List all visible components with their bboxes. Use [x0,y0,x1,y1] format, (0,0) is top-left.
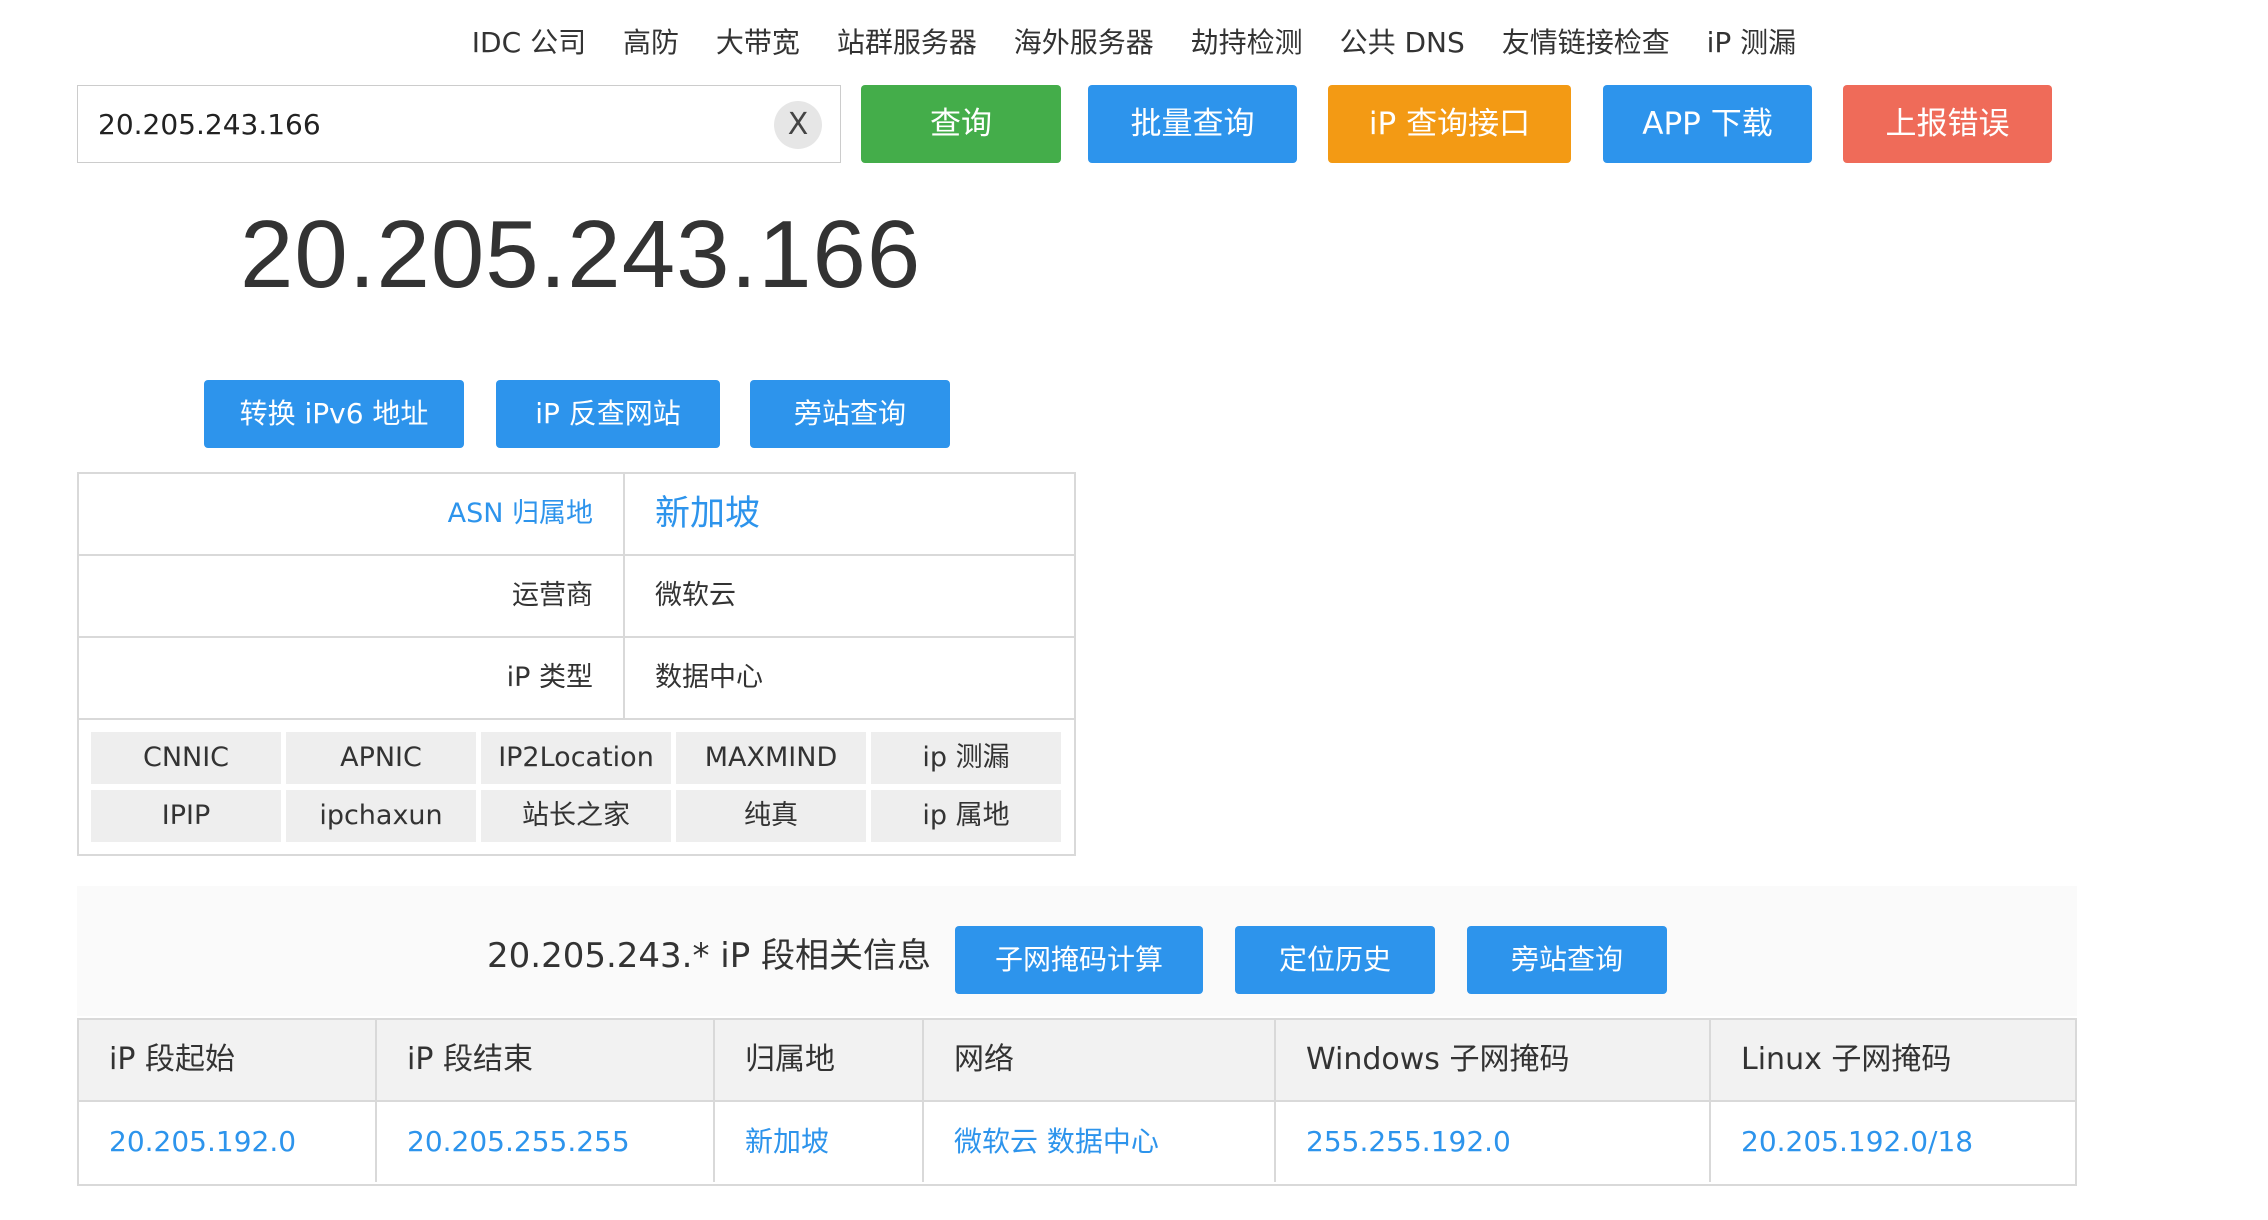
asn-label[interactable]: ASN 归属地 [79,474,625,554]
asn-value[interactable]: 新加坡 [625,474,1074,554]
batch-query-label: 批量查询 [1130,106,1255,142]
nav-ddos[interactable]: 高防 [623,20,679,66]
convert-ipv6-button[interactable]: 转换 iPv6 地址 [204,380,464,448]
subnet-calc-label: 子网掩码计算 [994,943,1163,976]
api-button[interactable]: iP 查询接口 [1328,85,1571,163]
source-chinaz[interactable]: 站长之家 [481,790,671,842]
range-end-link[interactable]: 20.205.255.255 [377,1102,715,1182]
col-range-end: iP 段结束 [377,1020,715,1100]
sibling-site-button[interactable]: 旁站查询 [750,380,950,448]
query-button-label: 查询 [930,106,992,142]
nav-ip-leak[interactable]: iP 测漏 [1707,20,1797,66]
nav-link-check[interactable]: 友情链接检查 [1502,20,1670,66]
batch-query-button[interactable]: 批量查询 [1088,85,1297,163]
segment-table-header: iP 段起始 iP 段结束 归属地 网络 Windows 子网掩码 Linux … [79,1020,2075,1102]
nav-cluster-server[interactable]: 站群服务器 [837,20,977,66]
segment-sibling-button[interactable]: 旁站查询 [1467,926,1667,994]
segment-title: 20.205.243.* iP 段相关信息 [487,936,932,976]
isp-label: 运营商 [79,556,625,636]
source-ipip[interactable]: IPIP [91,790,281,842]
col-network: 网络 [924,1020,1276,1100]
api-button-label: iP 查询接口 [1368,106,1531,142]
col-windows-mask: Windows 子网掩码 [1276,1020,1711,1100]
app-download-button[interactable]: APP 下载 [1603,85,1812,163]
isp-value: 微软云 [655,580,736,611]
ip-type-row: iP 类型 数据中心 [79,638,1074,720]
ip-type-label: iP 类型 [79,638,625,718]
col-range-start: iP 段起始 [79,1020,377,1100]
network-link[interactable]: 微软云 数据中心 [924,1102,1276,1182]
table-row: 20.205.192.0 20.205.255.255 新加坡 微软云 数据中心… [79,1102,2075,1184]
nav-overseas-server[interactable]: 海外服务器 [1014,20,1154,66]
source-ip-leak[interactable]: ip 测漏 [871,732,1061,784]
source-maxmind[interactable]: MAXMIND [676,732,866,784]
col-region: 归属地 [715,1020,924,1100]
range-start-link[interactable]: 20.205.192.0 [79,1102,377,1182]
asn-row: ASN 归属地 新加坡 [79,474,1074,556]
reverse-lookup-button[interactable]: iP 反查网站 [496,380,720,448]
location-history-button[interactable]: 定位历史 [1235,926,1435,994]
nav-idc[interactable]: IDC 公司 [472,20,586,66]
region-link[interactable]: 新加坡 [715,1102,924,1182]
location-history-label: 定位历史 [1278,943,1391,976]
nav-bandwidth[interactable]: 大带宽 [716,20,800,66]
subnet-calc-button[interactable]: 子网掩码计算 [955,926,1203,994]
search-box: X [77,85,841,163]
query-button[interactable]: 查询 [861,85,1061,163]
reverse-lookup-label: iP 反查网站 [535,397,681,430]
ip-type-value: 数据中心 [655,662,763,693]
app-download-label: APP 下载 [1642,106,1773,142]
source-apnic[interactable]: APNIC [286,732,476,784]
report-error-button[interactable]: 上报错误 [1843,85,2052,163]
source-ip-region[interactable]: ip 属地 [871,790,1061,842]
segment-table: iP 段起始 iP 段结束 归属地 网络 Windows 子网掩码 Linux … [77,1018,2077,1186]
source-chunzhen[interactable]: 纯真 [676,790,866,842]
nav-hijack-check[interactable]: 劫持检测 [1191,20,1303,66]
nav-public-dns[interactable]: 公共 DNS [1340,20,1465,66]
windows-mask-link[interactable]: 255.255.192.0 [1276,1102,1711,1182]
source-ip2location[interactable]: IP2Location [481,732,671,784]
ip-search-input[interactable] [78,86,758,162]
top-nav: IDC 公司 高防 大带宽 站群服务器 海外服务器 劫持检测 公共 DNS 友情… [0,20,2268,66]
ip-info-table: ASN 归属地 新加坡 运营商 微软云 iP 类型 数据中心 CNNIC APN… [77,472,1076,856]
source-ipchaxun[interactable]: ipchaxun [286,790,476,842]
convert-ipv6-label: 转换 iPv6 地址 [239,397,429,430]
linux-mask-link[interactable]: 20.205.192.0/18 [1711,1102,2075,1182]
isp-row: 运营商 微软云 [79,556,1074,638]
source-cnnic[interactable]: CNNIC [91,732,281,784]
clear-icon[interactable]: X [774,101,822,149]
sibling-site-label: 旁站查询 [793,397,906,430]
segment-sibling-label: 旁站查询 [1510,943,1623,976]
source-grid: CNNIC APNIC IP2Location MAXMIND ip 测漏 IP… [91,732,1063,844]
col-linux-mask: Linux 子网掩码 [1741,1042,1952,1077]
ip-heading: 20.205.243.166 [240,201,922,308]
report-error-label: 上报错误 [1885,106,2010,142]
